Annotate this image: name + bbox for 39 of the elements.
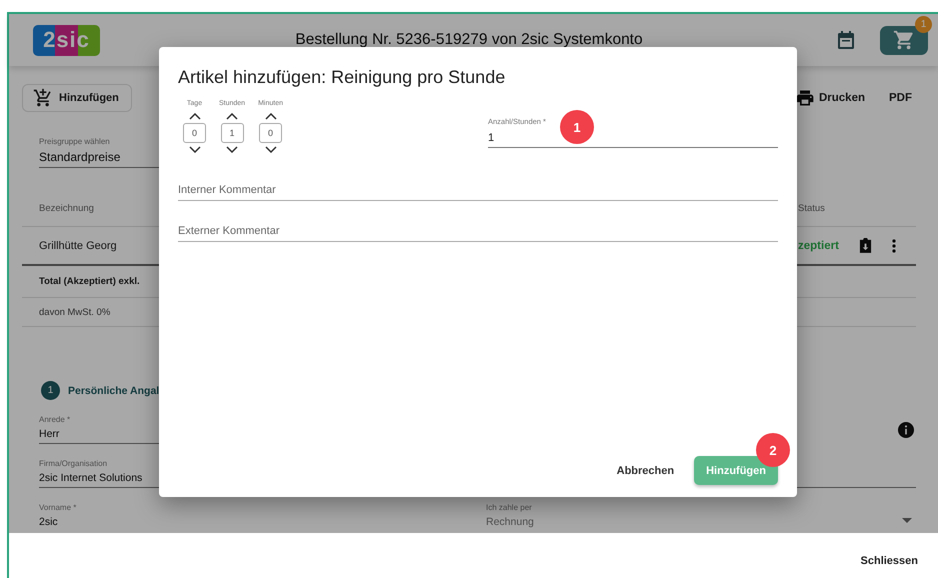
chevron-up-icon[interactable] (264, 113, 277, 120)
info-icon[interactable] (898, 422, 914, 438)
chevron-up-icon[interactable] (188, 113, 200, 120)
more-icon[interactable] (892, 238, 896, 252)
total-label: Total (Akzeptiert) exkl. (39, 276, 140, 287)
cart-plus-icon (33, 88, 53, 108)
add-button[interactable]: Hinzufügen (22, 84, 132, 112)
dialog-title: Artikel hinzufügen: Reinigung pro Stunde (178, 67, 506, 88)
column-header: Status (798, 202, 826, 214)
status-text: zeptiert (798, 240, 839, 252)
cart-badge: 1 (915, 16, 932, 32)
first-name-field[interactable]: Vorname * 2sic (39, 503, 439, 531)
cart-button[interactable] (880, 26, 928, 54)
comment-field[interactable]: Externer Kommentar (178, 221, 778, 242)
callout-badge: 2 (756, 433, 790, 467)
number-field[interactable]: 0 (259, 123, 282, 143)
chevron-down-icon[interactable] (188, 146, 200, 153)
column-header: Bezeichnung (39, 202, 94, 214)
vat-label: davon MwSt. 0% (39, 306, 110, 318)
chevron-down-icon[interactable] (264, 146, 277, 153)
comment-field[interactable]: Interner Kommentar (178, 180, 778, 201)
chevron-up-icon[interactable] (226, 113, 238, 120)
clipboard-download-icon[interactable] (858, 238, 872, 253)
calendar-icon[interactable] (838, 31, 854, 49)
step-badge: 1 (41, 381, 60, 400)
close-button[interactable]: Schliessen (856, 550, 922, 570)
table-cell: Grillhütte Georg (39, 240, 117, 252)
number-field[interactable]: 1 (220, 123, 244, 143)
dropdown-arrow-icon[interactable] (902, 518, 912, 523)
print-button[interactable]: Drucken (790, 84, 869, 112)
pdf-button[interactable]: PDF (885, 88, 916, 108)
cart-icon (893, 29, 915, 51)
chevron-down-icon[interactable] (226, 146, 238, 153)
section-title: Persönliche Angal (68, 384, 160, 396)
printer-icon (794, 88, 815, 108)
page-title: Bestellung Nr. 5236-519279 von 2sic Systemkonto (294, 31, 644, 49)
cancel-button[interactable]: Abbrechen (612, 458, 678, 482)
number-field[interactable]: 0 (183, 123, 206, 143)
callout-badge: 1 (560, 110, 594, 144)
